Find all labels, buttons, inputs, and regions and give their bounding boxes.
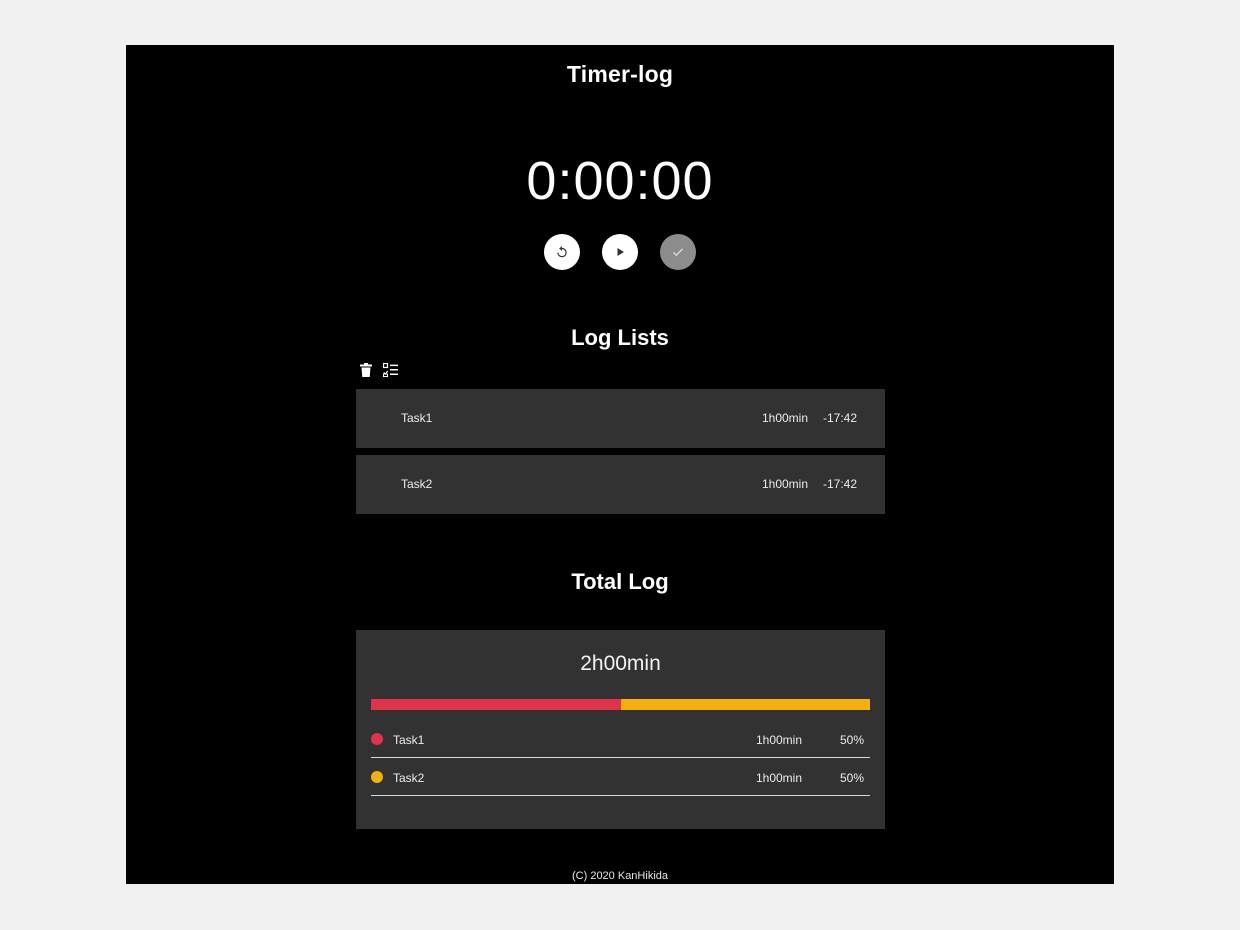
total-log-item: Task2 1h00min 50% [371,758,870,796]
total-log-item: Task1 1h00min 50% [371,720,870,758]
total-item-name: Task1 [393,733,425,747]
total-log-title: Total Log [571,569,669,594]
total-item-name: Task2 [393,771,425,785]
log-lists-title: Log Lists [571,325,669,350]
check-icon [671,245,685,259]
log-item-time: -17:42 [822,477,857,491]
total-item-percent: 50% [839,733,864,747]
log-item-duration: 1h00min [761,477,808,491]
share-bar-segment-task1 [371,699,621,710]
log-list: Task1 1h00min -17:42 Task2 1h00min -17:4… [356,389,885,521]
timer-controls [126,234,1114,270]
total-item-duration: 1h00min [755,771,802,785]
total-log-card: 2h00min Task1 1h00min 50% Task2 1h00min … [356,630,885,829]
complete-button[interactable] [660,234,696,270]
checklist-button[interactable] [382,362,398,382]
total-item-percent: 50% [839,771,864,785]
reset-button[interactable] [544,234,580,270]
app-window: Timer-log 0:00:00 Log Lists Task1 1h00mi… [126,45,1114,884]
total-share-bar [371,699,870,710]
reset-icon [555,245,569,259]
play-button[interactable] [602,234,638,270]
log-item-time: -17:42 [822,411,857,425]
log-list-item[interactable]: Task1 1h00min -17:42 [356,389,885,448]
total-item-duration: 1h00min [755,733,802,747]
trash-icon [360,362,372,382]
play-icon [614,246,626,258]
timer-display: 0:00:00 [526,151,714,211]
log-tools [358,362,398,382]
app-title: Timer-log [566,61,674,87]
log-item-duration: 1h00min [761,411,808,425]
total-duration: 2h00min [580,652,661,675]
task-color-dot [371,733,383,745]
log-item-name: Task2 [401,477,433,491]
task-color-dot [371,771,383,783]
log-item-name: Task1 [401,411,433,425]
footer-copyright: (C) 2020 KanHikida [572,870,668,882]
log-list-item[interactable]: Task2 1h00min -17:42 [356,455,885,514]
delete-logs-button[interactable] [358,362,374,382]
share-bar-segment-task2 [620,699,870,710]
total-log-list: Task1 1h00min 50% Task2 1h00min 50% [371,720,870,796]
checklist-icon [382,362,398,382]
